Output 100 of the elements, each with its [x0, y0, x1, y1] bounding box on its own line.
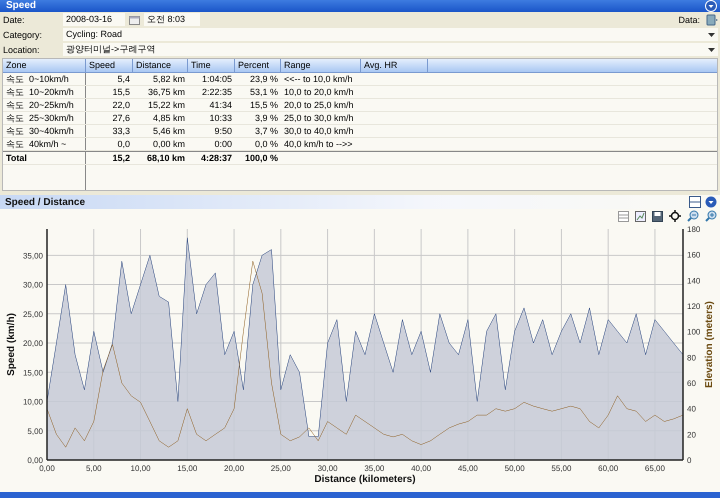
table-cell-text: 0,00 km — [152, 138, 186, 150]
column-header[interactable]: Time — [188, 59, 235, 72]
y2-tick-label: 140 — [687, 276, 700, 286]
y-tick-label: 15,00 — [22, 368, 43, 378]
window-title: Speed — [6, 0, 36, 12]
x-tick-label: 25,00 — [270, 464, 291, 473]
table-cell-text: 23,9 % — [248, 73, 279, 85]
total-cell-text: 68,10 km — [146, 152, 186, 164]
table-cell-text: 4,85 km — [152, 112, 186, 124]
zoom-in-icon[interactable] — [705, 210, 717, 222]
y2-tick-label: 20 — [687, 430, 696, 440]
dropdown-icon[interactable] — [705, 0, 717, 12]
table-cell-text: 33,3 — [111, 125, 131, 137]
y-tick-label: 30,00 — [22, 280, 43, 290]
table-cell-text: 5,4 — [116, 73, 131, 85]
total-cell-text: 4:28:37 — [200, 152, 233, 164]
crosshair-icon[interactable] — [669, 210, 681, 222]
table-cell-text: 0,0 — [116, 138, 131, 150]
table-cell-text: 27,6 — [111, 112, 131, 124]
x-tick-label: 60,00 — [598, 464, 618, 473]
y-tick-label: 10,00 — [22, 398, 43, 407]
x-tick-label: 0,00 — [39, 464, 55, 473]
table-cell-text: 15,5 — [111, 86, 131, 98]
column-header[interactable]: Speed — [86, 59, 133, 72]
x-tick-label: 55,00 — [551, 464, 572, 473]
x-tick-label: 40,00 — [411, 464, 432, 473]
calendar-icon[interactable] — [129, 14, 140, 24]
x-tick-label: 30,00 — [318, 464, 338, 473]
y2-tick-label: 120 — [687, 302, 700, 311]
table-cell: 속도 20~25km/h — [3, 99, 86, 111]
y2-tick-label: 40 — [687, 404, 696, 414]
table-cell-text: 36,75 km — [146, 86, 186, 98]
table-cell-text: 15,22 km — [146, 99, 186, 111]
table-cell: 속도 30~40km/h — [3, 125, 86, 137]
x-tick-label: 5,00 — [86, 464, 102, 473]
table-cell-text: 3,7 % — [254, 125, 279, 137]
category-label: Category: — [3, 30, 44, 40]
date-field[interactable]: 2008-03-16 — [63, 13, 125, 26]
table-cell: 속도 25~30km/h — [3, 112, 86, 124]
panel-title: Speed / Distance — [5, 196, 86, 208]
total-cell-text: 15,2 — [111, 152, 131, 164]
table-cell-text: 20,0 to 25,0 km/h — [283, 99, 355, 111]
column-header[interactable]: Range — [281, 59, 361, 72]
chart-icon[interactable] — [635, 210, 646, 222]
y2-tick-label: 100 — [687, 328, 700, 337]
table-cell-text: 5,46 km — [152, 125, 186, 137]
date-label: Date: — [3, 14, 26, 24]
layout-icon[interactable] — [689, 196, 701, 208]
table-cell-text: 5,82 km — [152, 73, 186, 85]
column-header[interactable]: Distance — [133, 59, 188, 72]
y-tick-label: 35,00 — [22, 251, 43, 260]
y2-tick-label: 0 — [687, 456, 692, 465]
table-cell-text: 3,9 % — [254, 112, 279, 124]
caret-icon — [708, 32, 715, 36]
y-tick-label: 5,00 — [27, 426, 43, 436]
y-tick-label: 25,00 — [22, 310, 43, 319]
table-cell: 속도 40km/h ~ — [3, 138, 86, 150]
column-header[interactable]: Percent — [235, 59, 281, 72]
table-cell-text: 1:04:05 — [200, 73, 233, 85]
grid-icon[interactable] — [618, 210, 629, 222]
table-cell-text: 40,0 km/h to -->> — [283, 138, 354, 150]
column-header[interactable]: Zone — [3, 59, 86, 72]
data-label: Data: — [678, 14, 700, 24]
column-header[interactable]: Avg. HR — [361, 59, 428, 72]
table-cell-text: 9:50 — [213, 125, 233, 137]
x-axis-title: Distance (kilometers) — [314, 474, 416, 485]
table-cell-text: 10,0 to 20,0 km/h — [283, 86, 355, 98]
x-tick-label: 65,00 — [644, 464, 665, 473]
dropdown-icon[interactable] — [705, 196, 717, 208]
table-cell-text: 2:22:35 — [200, 86, 233, 98]
y2-tick-label: 160 — [687, 250, 700, 260]
table-cell: 속도 10~20km/h — [3, 86, 86, 98]
time-field[interactable]: 오전 8:03 — [144, 13, 200, 26]
x-tick-label: 10,00 — [130, 464, 151, 473]
data-source-icon[interactable] — [706, 14, 718, 26]
y-tick-label: 20,00 — [22, 339, 43, 348]
table-cell-text: 53,1 % — [248, 86, 279, 98]
total-cell-text: 100,0 % — [244, 152, 279, 164]
caret-icon — [708, 48, 715, 52]
table-cell-text: 0,0 % — [254, 138, 279, 150]
save-icon[interactable] — [652, 210, 663, 222]
table-cell: 속도 0~10km/h — [3, 73, 86, 85]
total-cell: Total — [3, 152, 86, 164]
table-cell-text: 41:34 — [208, 99, 233, 111]
category-dropdown[interactable]: Cycling: Road — [63, 28, 718, 41]
location-label: Location: — [3, 44, 41, 54]
location-dropdown[interactable]: 광양터미널->구례구역 — [63, 43, 718, 56]
x-tick-label: 20,00 — [224, 464, 244, 473]
y2-axis-title: Elevation (meters) — [704, 301, 715, 388]
table-cell-text: 22,0 — [111, 99, 131, 111]
table-cell-text: 25,0 to 30,0 km/h — [283, 112, 355, 124]
x-tick-label: 15,00 — [177, 464, 198, 473]
table-cell-text: 30,0 to 40,0 km/h — [283, 125, 355, 137]
x-tick-label: 45,00 — [458, 464, 478, 473]
table-cell-text: <<-- to 10,0 km/h — [283, 73, 354, 85]
zoom-out-icon[interactable] — [687, 210, 699, 222]
y-tick-label: 0,00 — [27, 456, 43, 465]
y2-tick-label: 180 — [687, 225, 700, 234]
table-cell-text: 15,5 % — [248, 99, 279, 111]
x-tick-label: 35,00 — [364, 464, 384, 473]
